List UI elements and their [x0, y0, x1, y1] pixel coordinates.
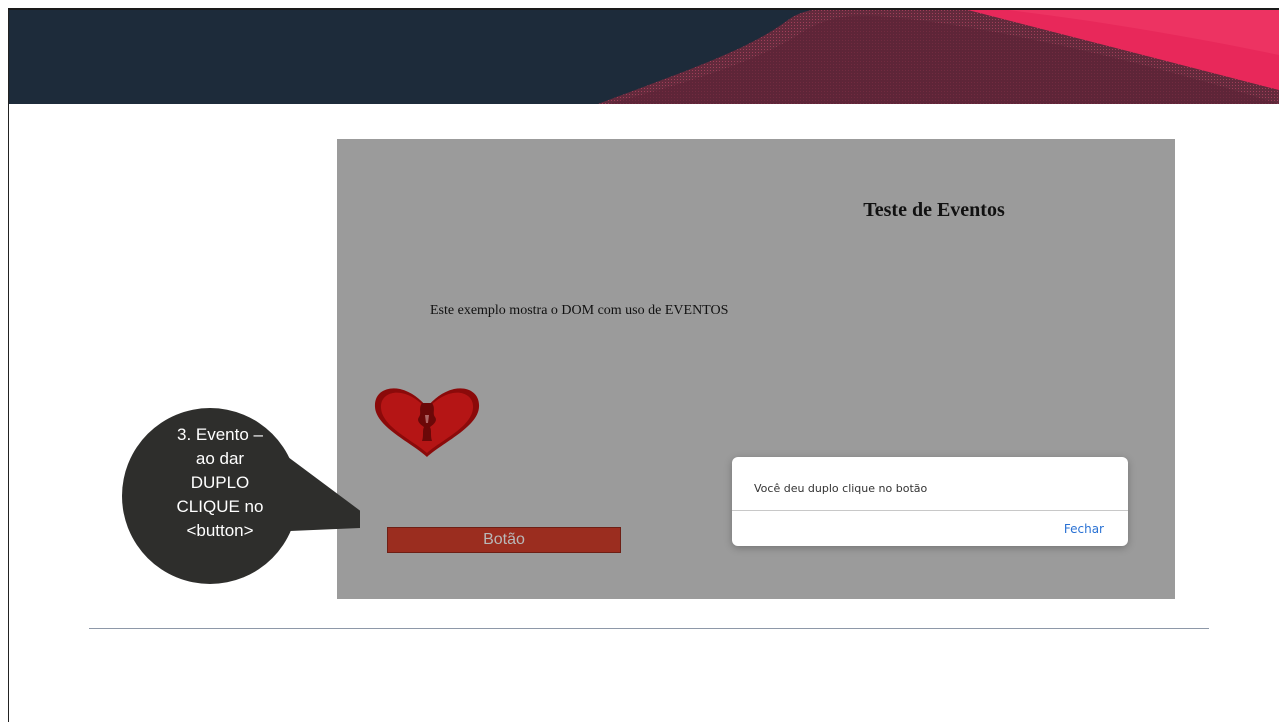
header-banner	[8, 10, 1279, 104]
page-paragraph: Este exemplo mostra o DOM com uso de EVE…	[430, 303, 729, 318]
dialog-divider	[732, 510, 1128, 511]
callout-line: CLIQUE no	[176, 497, 264, 516]
slide: Teste de Eventos Este exemplo mostra o D…	[0, 0, 1279, 722]
callout-line: DUPLO	[190, 473, 250, 492]
callout-line: <button>	[186, 521, 254, 540]
callout-line: 3. Evento –	[176, 425, 263, 444]
heart-couple-icon	[374, 388, 480, 457]
dialog-message: Você deu duplo clique no botão	[754, 482, 928, 495]
bottom-divider	[89, 628, 1209, 629]
header-wave-decoration	[598, 10, 1279, 104]
browser-screenshot: Teste de Eventos Este exemplo mostra o D…	[337, 139, 1175, 599]
slide-left-border	[8, 10, 9, 722]
callout-line: ao dar	[195, 449, 245, 468]
alert-dialog: Você deu duplo clique no botão Fechar	[732, 457, 1128, 546]
page-button[interactable]: Botão	[387, 527, 621, 553]
callout-text: 3. Evento – ao dar DUPLO CLIQUE no <butt…	[160, 423, 280, 543]
page-heading: Teste de Eventos	[863, 199, 1005, 221]
dialog-close-button[interactable]: Fechar	[1064, 522, 1104, 536]
